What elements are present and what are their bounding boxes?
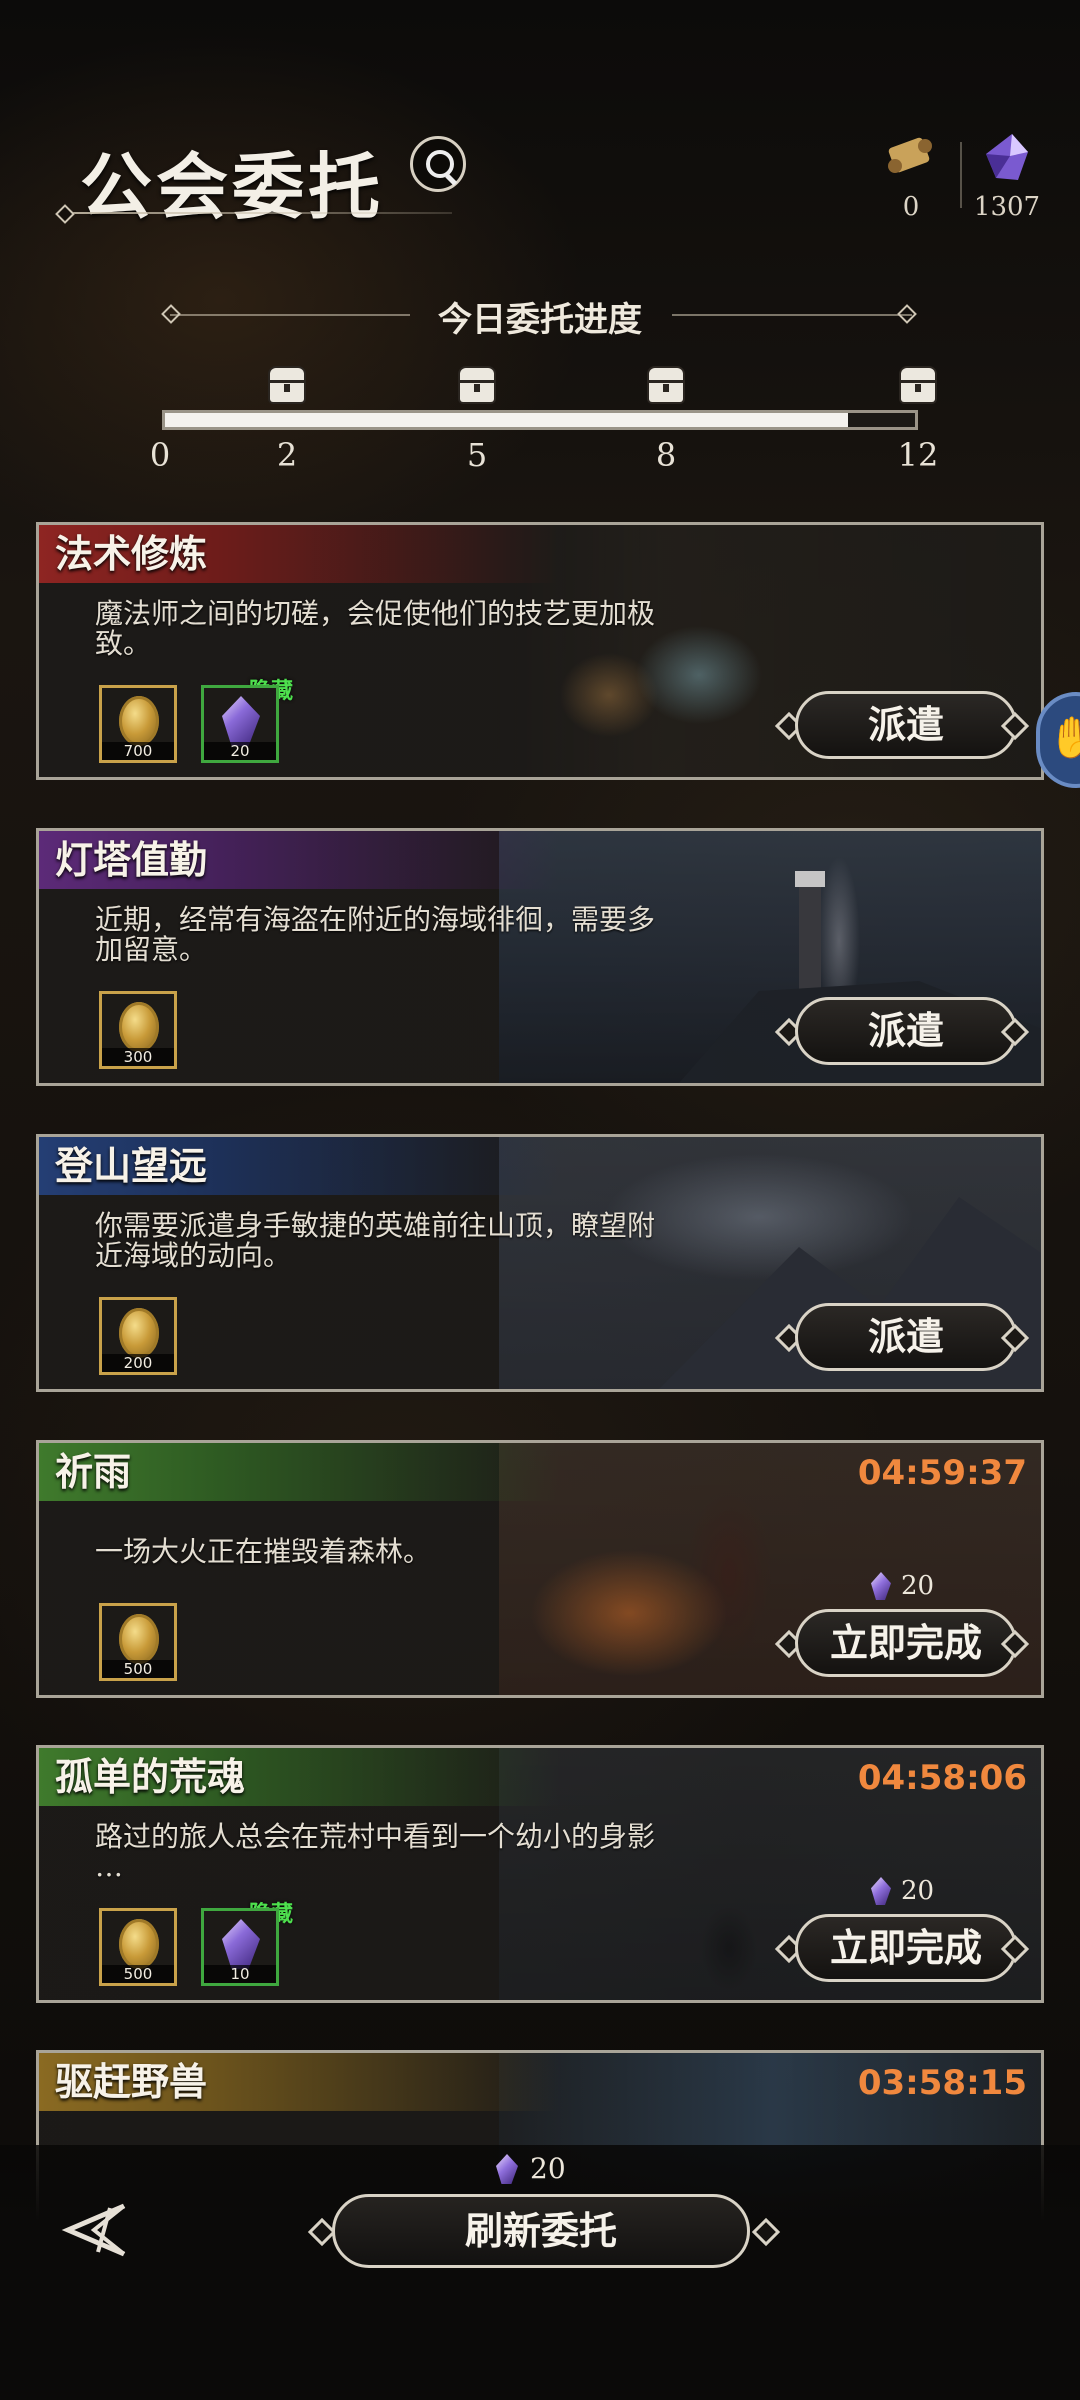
- progress-tick: 5: [466, 436, 488, 474]
- gold-coin-icon: [119, 1002, 159, 1052]
- reward-quantity: 700: [102, 742, 174, 760]
- quest-timer: 04:58:06: [857, 1758, 1027, 1798]
- quest-description: 路过的旅人总会在荒村中看到一个幼小的身影 …: [95, 1822, 775, 1882]
- quest-card: 登山望远 你需要派遣身手敏捷的英雄前往山顶，瞭望附 近海域的动向。 200 派遣: [36, 1134, 1044, 1392]
- quest-description: 魔法师之间的切磋，会促使他们的技艺更加极 致。: [95, 599, 775, 659]
- cost-value: 20: [901, 1571, 935, 1601]
- crystal-resource[interactable]: 1307: [972, 132, 1042, 222]
- quest-card: 灯塔值勤 近期，经常有海盗在附近的海域徘徊，需要多 加留意。 300 派遣: [36, 828, 1044, 1086]
- reward-coin[interactable]: 500: [99, 1603, 177, 1681]
- progress-tick: 0: [149, 436, 171, 474]
- back-arrow-icon[interactable]: [54, 2198, 138, 2262]
- quest-description-line: 魔法师之间的切磋，会促使他们的技艺更加极: [95, 597, 656, 630]
- reward-coin[interactable]: 500: [99, 1908, 177, 1986]
- reward-coin[interactable]: 700: [99, 685, 177, 763]
- page-title: 公会委托: [80, 144, 385, 229]
- progress-tick: 12: [897, 436, 939, 474]
- quest-description-line: 一场大火正在摧毁着森林。: [95, 1535, 432, 1568]
- quest-description-line: …: [95, 1850, 123, 1883]
- progress-tick: 8: [655, 436, 677, 474]
- dispatch-button[interactable]: 派遣: [795, 1303, 1017, 1371]
- progress-divider-right: [672, 314, 912, 316]
- instant-complete-cost: 20: [871, 1571, 934, 1611]
- instant-complete-button[interactable]: 立即完成: [795, 1609, 1017, 1677]
- quest-title: 法术修炼: [39, 525, 559, 583]
- reward-chest-icon[interactable]: [460, 368, 494, 402]
- reward-chest-icon[interactable]: [270, 368, 304, 402]
- progress-tick: 2: [276, 436, 298, 474]
- refresh-cost-value: 20: [530, 2152, 566, 2185]
- quest-title: 孤单的荒魂: [39, 1748, 559, 1806]
- quest-description: 近期，经常有海盗在附近的海域徘徊，需要多 加留意。: [95, 905, 775, 965]
- quest-description-line: 加留意。: [95, 933, 208, 966]
- dispatch-button[interactable]: 派遣: [795, 997, 1017, 1065]
- quest-description-line: 路过的旅人总会在荒村中看到一个幼小的身影: [95, 1820, 656, 1853]
- reward-chest-icon[interactable]: [649, 368, 683, 402]
- crystal-count: 1307: [973, 192, 1041, 222]
- reward-quantity: 500: [102, 1660, 174, 1678]
- reward-quantity: 10: [204, 1965, 276, 1983]
- quest-card: 法术修炼 魔法师之间的切磋，会促使他们的技艺更加极 致。 700 隐藏 20 派…: [36, 522, 1044, 780]
- quest-description: 你需要派遣身手敏捷的英雄前往山顶，瞭望附 近海域的动向。: [95, 1211, 775, 1271]
- reward-quantity: 200: [102, 1354, 174, 1372]
- instant-complete-cost: 20: [871, 1876, 934, 1916]
- gold-coin-icon: [119, 1614, 159, 1664]
- reward-crystal[interactable]: 10: [201, 1908, 279, 1986]
- progress-title: 今日委托进度: [438, 300, 642, 340]
- scroll-count: 0: [902, 192, 920, 222]
- reward-chest-icon[interactable]: [901, 368, 935, 402]
- daily-progress-bar: [162, 410, 918, 430]
- title-underline: [62, 212, 452, 214]
- quest-description-line: 近期，经常有海盗在附近的海域徘徊，需要多: [95, 903, 656, 936]
- guild-commission-screen: 公会委托 0 1307 今日委托进度 0 2 5 8 12 法术修炼 魔法师之间…: [0, 0, 1080, 2400]
- quest-timer: 03:58:15: [857, 2063, 1027, 2103]
- instant-complete-button[interactable]: 立即完成: [795, 1914, 1017, 1982]
- daily-progress-fill: [165, 413, 848, 427]
- refresh-cost: 20: [496, 2152, 566, 2185]
- gold-coin-icon: [119, 1308, 159, 1358]
- quest-title: 驱赶野兽: [39, 2053, 559, 2111]
- quest-timer: 04:59:37: [857, 1453, 1027, 1493]
- resource-divider: [960, 142, 962, 208]
- quest-description-line: 你需要派遣身手敏捷的英雄前往山顶，瞭望附: [95, 1209, 656, 1242]
- reward-quantity: 500: [102, 1965, 174, 1983]
- crystal-icon: [222, 696, 260, 746]
- search-button[interactable]: [410, 136, 466, 192]
- reward-coin[interactable]: 300: [99, 991, 177, 1069]
- refresh-commissions-button[interactable]: 刷新委托: [332, 2194, 750, 2268]
- quest-description: 一场大火正在摧毁着森林。: [95, 1537, 775, 1567]
- crystal-icon: [986, 134, 1028, 180]
- scroll-icon: [888, 137, 932, 173]
- cost-value: 20: [901, 1876, 935, 1906]
- gold-coin-icon: [119, 696, 159, 746]
- quest-card: 孤单的荒魂 04:58:06 路过的旅人总会在荒村中看到一个幼小的身影 … 50…: [36, 1745, 1044, 2003]
- quest-title: 祈雨: [39, 1443, 559, 1501]
- crystal-icon: [871, 1572, 891, 1600]
- reward-crystal[interactable]: 20: [201, 685, 279, 763]
- quest-description-line: 近海域的动向。: [95, 1239, 292, 1272]
- reward-coin[interactable]: 200: [99, 1297, 177, 1375]
- reward-quantity: 20: [204, 742, 276, 760]
- quest-title: 灯塔值勤: [39, 831, 559, 889]
- scroll-resource[interactable]: 0: [876, 132, 946, 222]
- gold-coin-icon: [119, 1919, 159, 1969]
- crystal-icon: [496, 2154, 518, 2184]
- reward-quantity: 300: [102, 1048, 174, 1066]
- quest-title: 登山望远: [39, 1137, 559, 1195]
- quest-card: 祈雨 04:59:37 一场大火正在摧毁着森林。 500 20 立即完成: [36, 1440, 1044, 1698]
- crystal-icon: [222, 1919, 260, 1969]
- crystal-icon: [871, 1877, 891, 1905]
- quest-description-line: 致。: [95, 627, 152, 660]
- dispatch-button[interactable]: 派遣: [795, 691, 1017, 759]
